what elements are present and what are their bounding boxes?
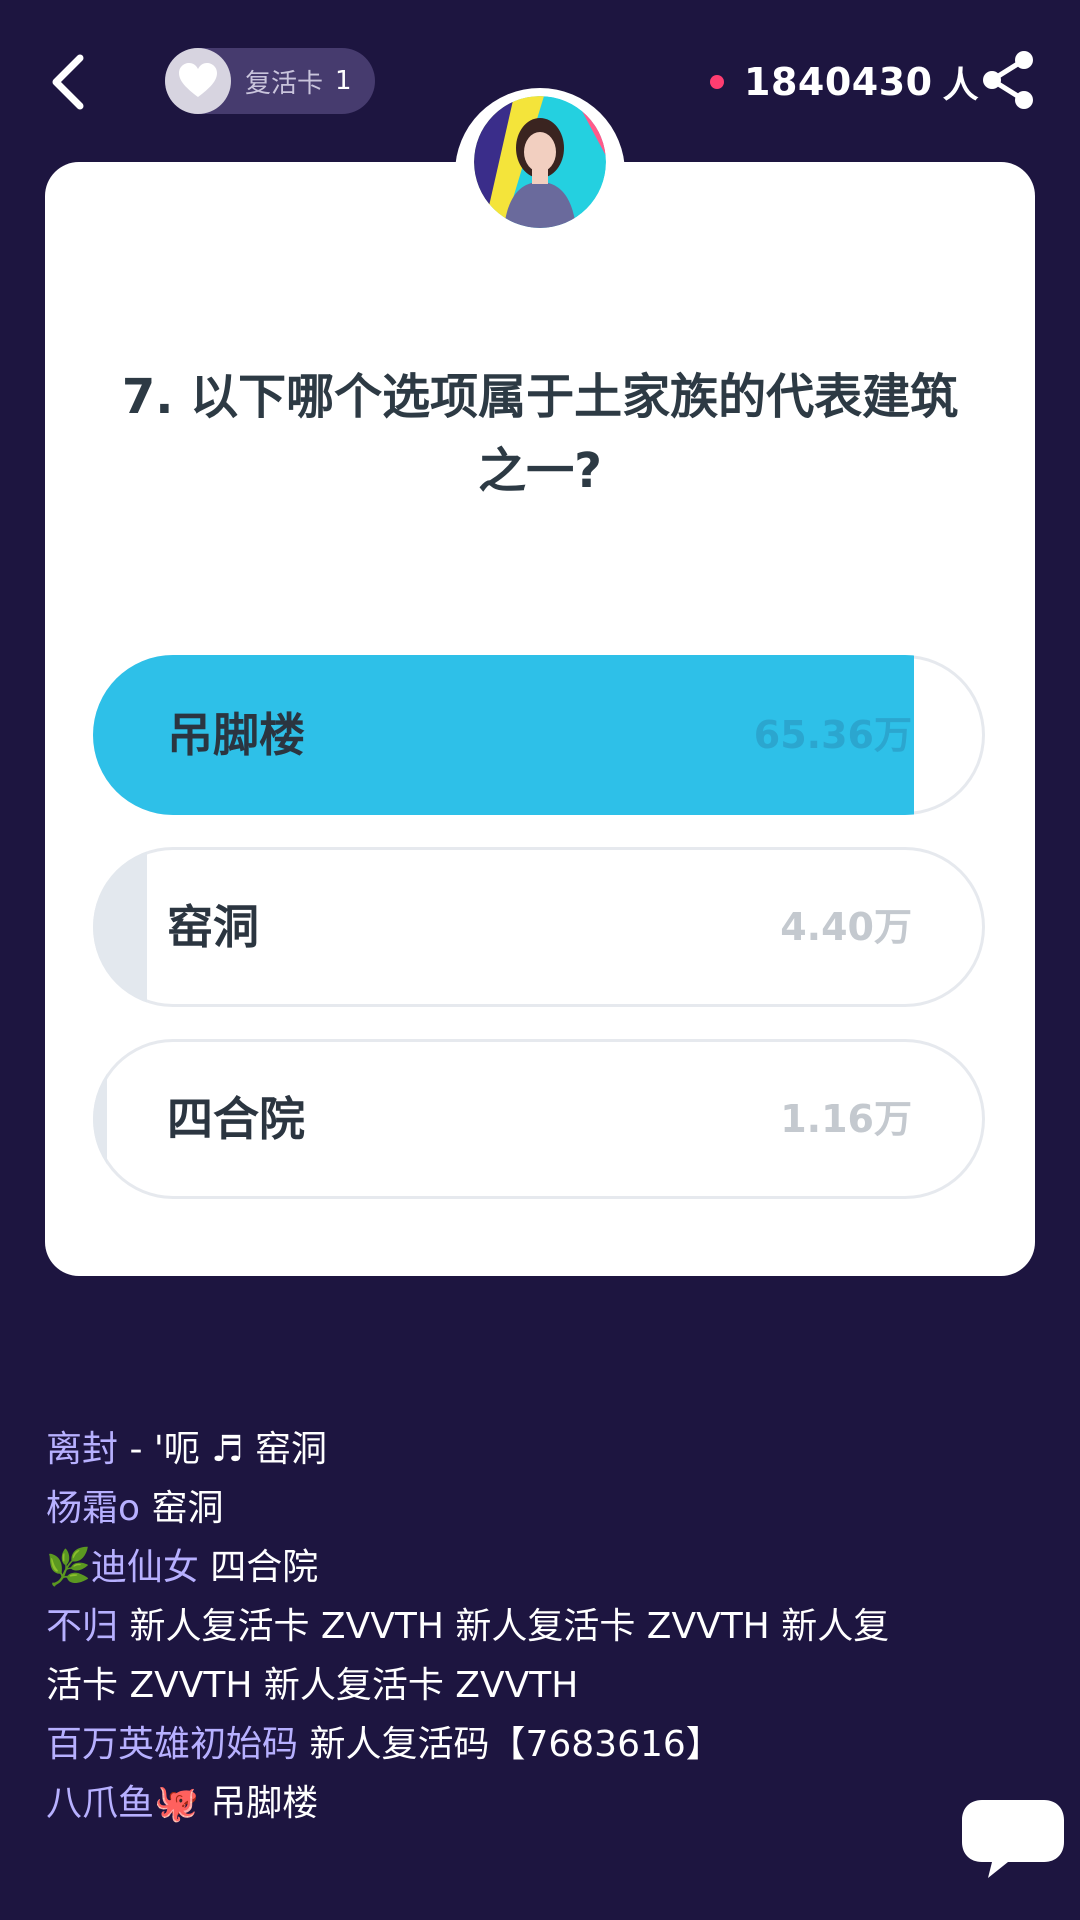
chevron-left-icon <box>52 54 84 110</box>
chat-username: 🌿迪仙女 <box>46 1547 199 1588</box>
back-button[interactable] <box>46 52 90 112</box>
chat-username: 八爪鱼🐙 <box>46 1783 199 1824</box>
chat-message: 离封 - '呃 ♬ 窑洞 <box>46 1420 946 1479</box>
answer-label: 窑洞 <box>167 900 259 954</box>
chat-text: 窑洞 <box>151 1488 224 1529</box>
chat-message: 🌿迪仙女 四合院 <box>46 1538 946 1597</box>
chat-message: 百万英雄初始码 新人复活码【7683616】 <box>46 1715 946 1774</box>
question-text: 7. 以下哪个选项属于土家族的代表建筑之一? <box>121 369 959 499</box>
vote-count: 1.16万 <box>780 1097 912 1141</box>
heart-icon <box>165 48 231 114</box>
answer-option-3[interactable]: 四合院 1.16万 <box>93 1039 985 1199</box>
chat-text: 新人复活卡 ZVVTH 新人复活卡 ZVVTH 新人复活卡 ZVVTH 新人复活… <box>46 1606 890 1706</box>
chat-text: 四合院 <box>210 1547 319 1588</box>
vote-count: 4.40万 <box>780 905 912 949</box>
chat-username: 不归 <box>46 1606 119 1647</box>
online-counter: 1840430 人 <box>710 54 979 110</box>
chat-message: 不归 新人复活卡 ZVVTH 新人复活卡 ZVVTH 新人复活卡 ZVVTH 新… <box>46 1597 906 1715</box>
online-unit: 人 <box>942 65 979 106</box>
vote-bar <box>93 847 147 1007</box>
revive-card-badge[interactable]: 复活卡 1 <box>165 48 375 114</box>
revive-card-count: 1 <box>335 66 352 96</box>
chat-text: 新人复活码【7683616】 <box>309 1724 722 1765</box>
chat-message: 八爪鱼🐙 吊脚楼 <box>46 1774 946 1833</box>
chat-message: 杨霜o 窑洞 <box>46 1479 946 1538</box>
vote-bar <box>93 1039 108 1199</box>
host-avatar <box>474 96 606 228</box>
chat-username: 杨霜o <box>46 1488 141 1529</box>
chat-text: - '呃 ♬ 窑洞 <box>129 1429 327 1470</box>
live-dot-icon <box>710 75 724 89</box>
answer-option-1[interactable]: 吊脚楼 65.36万 <box>93 655 985 815</box>
share-button[interactable] <box>980 50 1036 110</box>
online-count: 1840430 <box>744 60 933 104</box>
answer-label: 四合院 <box>167 1092 305 1146</box>
chat-username: 离封 <box>46 1429 119 1470</box>
chat-bubble-icon <box>962 1800 1064 1878</box>
answer-label: 吊脚楼 <box>167 708 305 762</box>
revive-card-label: 复活卡 <box>245 68 324 99</box>
vote-count: 65.36万 <box>753 713 912 757</box>
chat-feed: 离封 - '呃 ♬ 窑洞 杨霜o 窑洞 🌿迪仙女 四合院 不归 新人复活卡 ZV… <box>46 1420 946 1833</box>
share-icon <box>983 51 1033 109</box>
answer-option-2[interactable]: 窑洞 4.40万 <box>93 847 985 1007</box>
chat-username: 百万英雄初始码 <box>46 1724 299 1765</box>
chat-button[interactable] <box>958 1796 1068 1880</box>
chat-text: 吊脚楼 <box>210 1783 319 1824</box>
